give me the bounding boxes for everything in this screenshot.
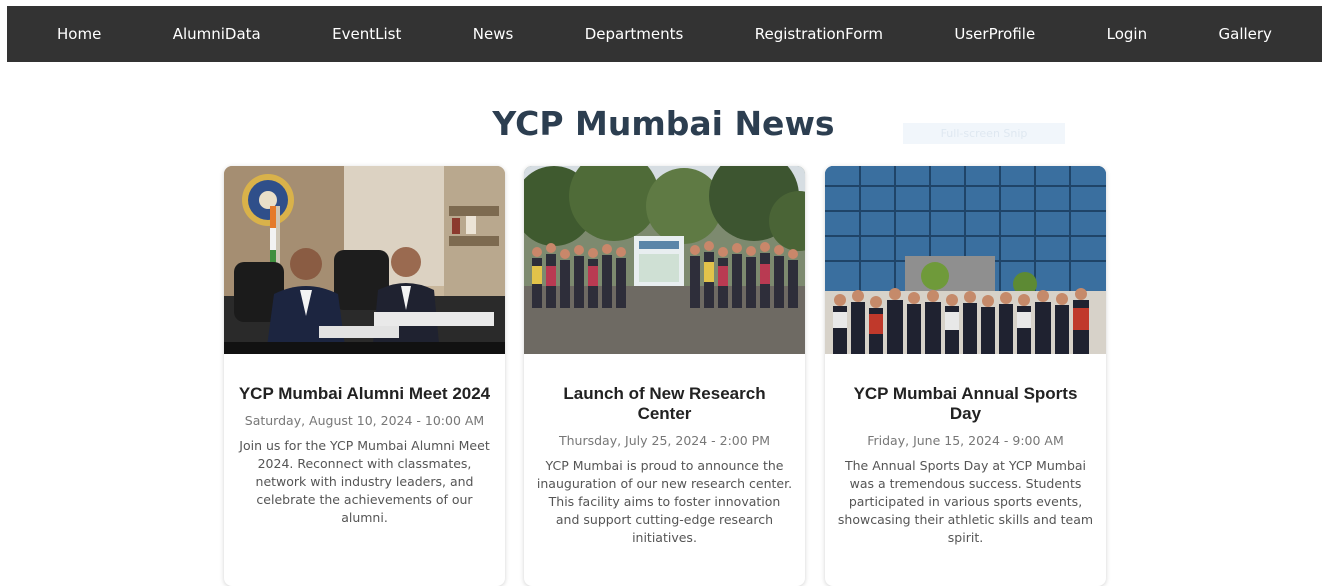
nav-link-news[interactable]: News — [473, 25, 514, 43]
news-date: Thursday, July 25, 2024 - 2:00 PM — [558, 433, 770, 448]
nav-link-login[interactable]: Login — [1107, 25, 1147, 43]
news-date: Saturday, August 10, 2024 - 10:00 AM — [244, 413, 485, 428]
news-description: The Annual Sports Day at YCP Mumbai was … — [837, 458, 1094, 545]
news-description: Join us for the YCP Mumbai Alumni Meet 2… — [239, 438, 490, 525]
nav-link-home[interactable]: Home — [57, 25, 101, 43]
top-navbar: Home AlumniData EventList News Departmen… — [7, 6, 1322, 62]
nav-link-user-profile[interactable]: UserProfile — [954, 25, 1035, 43]
news-card[interactable]: YCP Mumbai Annual Sports Day Friday, Jun… — [825, 166, 1106, 586]
nav-link-departments[interactable]: Departments — [585, 25, 684, 43]
news-date: Friday, June 15, 2024 - 9:00 AM — [867, 433, 1064, 448]
news-image-research-center-launch — [524, 166, 805, 354]
snip-overlay-label: Full-screen Snip — [903, 123, 1065, 144]
nav-link-registration-form[interactable]: RegistrationForm — [755, 25, 883, 43]
nav-link-gallery[interactable]: Gallery — [1219, 25, 1272, 43]
nav-link-event-list[interactable]: EventList — [332, 25, 401, 43]
news-image-officials-signing — [224, 166, 505, 354]
news-card-list: YCP Mumbai Alumni Meet 2024 Saturday, Au… — [224, 166, 1106, 586]
news-title: Launch of New Research Center — [563, 384, 766, 423]
news-title: YCP Mumbai Annual Sports Day — [853, 384, 1078, 423]
news-image-sports-day-group — [825, 166, 1106, 354]
page-title: YCP Mumbai News — [492, 104, 835, 143]
news-card[interactable]: YCP Mumbai Alumni Meet 2024 Saturday, Au… — [224, 166, 505, 586]
news-description: YCP Mumbai is proud to announce the inau… — [536, 458, 793, 545]
news-title: YCP Mumbai Alumni Meet 2024 — [238, 384, 491, 403]
news-card[interactable]: Launch of New Research Center Thursday, … — [524, 166, 805, 586]
nav-link-alumni-data[interactable]: AlumniData — [173, 25, 261, 43]
